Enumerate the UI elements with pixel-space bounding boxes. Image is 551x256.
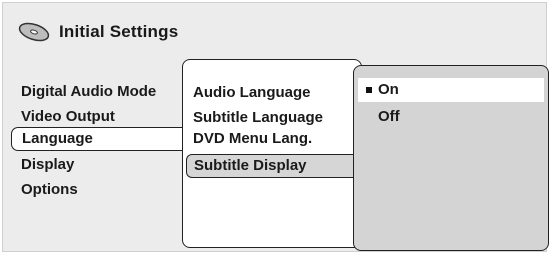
settings-screen: Initial Settings Digital Audio Mode Vide…: [2, 2, 549, 252]
submenu-item-audio-language[interactable]: Audio Language: [193, 82, 311, 104]
menu-item-digital-audio-mode[interactable]: Digital Audio Mode: [21, 81, 156, 103]
language-submenu: Audio Language Subtitle Language DVD Men…: [182, 59, 366, 248]
selected-bullet-icon: [366, 87, 372, 93]
option-label: Off: [378, 108, 400, 125]
options-panel: On Off: [353, 65, 549, 251]
submenu-item-subtitle-display[interactable]: Subtitle Display: [186, 154, 366, 178]
disc-icon: [18, 22, 50, 42]
menu-item-options[interactable]: Options: [21, 179, 78, 201]
menu-item-language[interactable]: Language: [11, 127, 183, 151]
submenu-item-subtitle-language[interactable]: Subtitle Language: [193, 107, 323, 129]
option-label: On: [378, 81, 399, 98]
option-on[interactable]: On: [358, 78, 544, 102]
menu-item-video-output[interactable]: Video Output: [21, 106, 115, 128]
option-off[interactable]: Off: [358, 105, 544, 129]
submenu-item-dvd-menu-lang[interactable]: DVD Menu Lang.: [193, 128, 312, 150]
menu-item-display[interactable]: Display: [21, 154, 74, 176]
page-title: Initial Settings: [59, 22, 179, 41]
header: Initial Settings: [17, 17, 178, 47]
